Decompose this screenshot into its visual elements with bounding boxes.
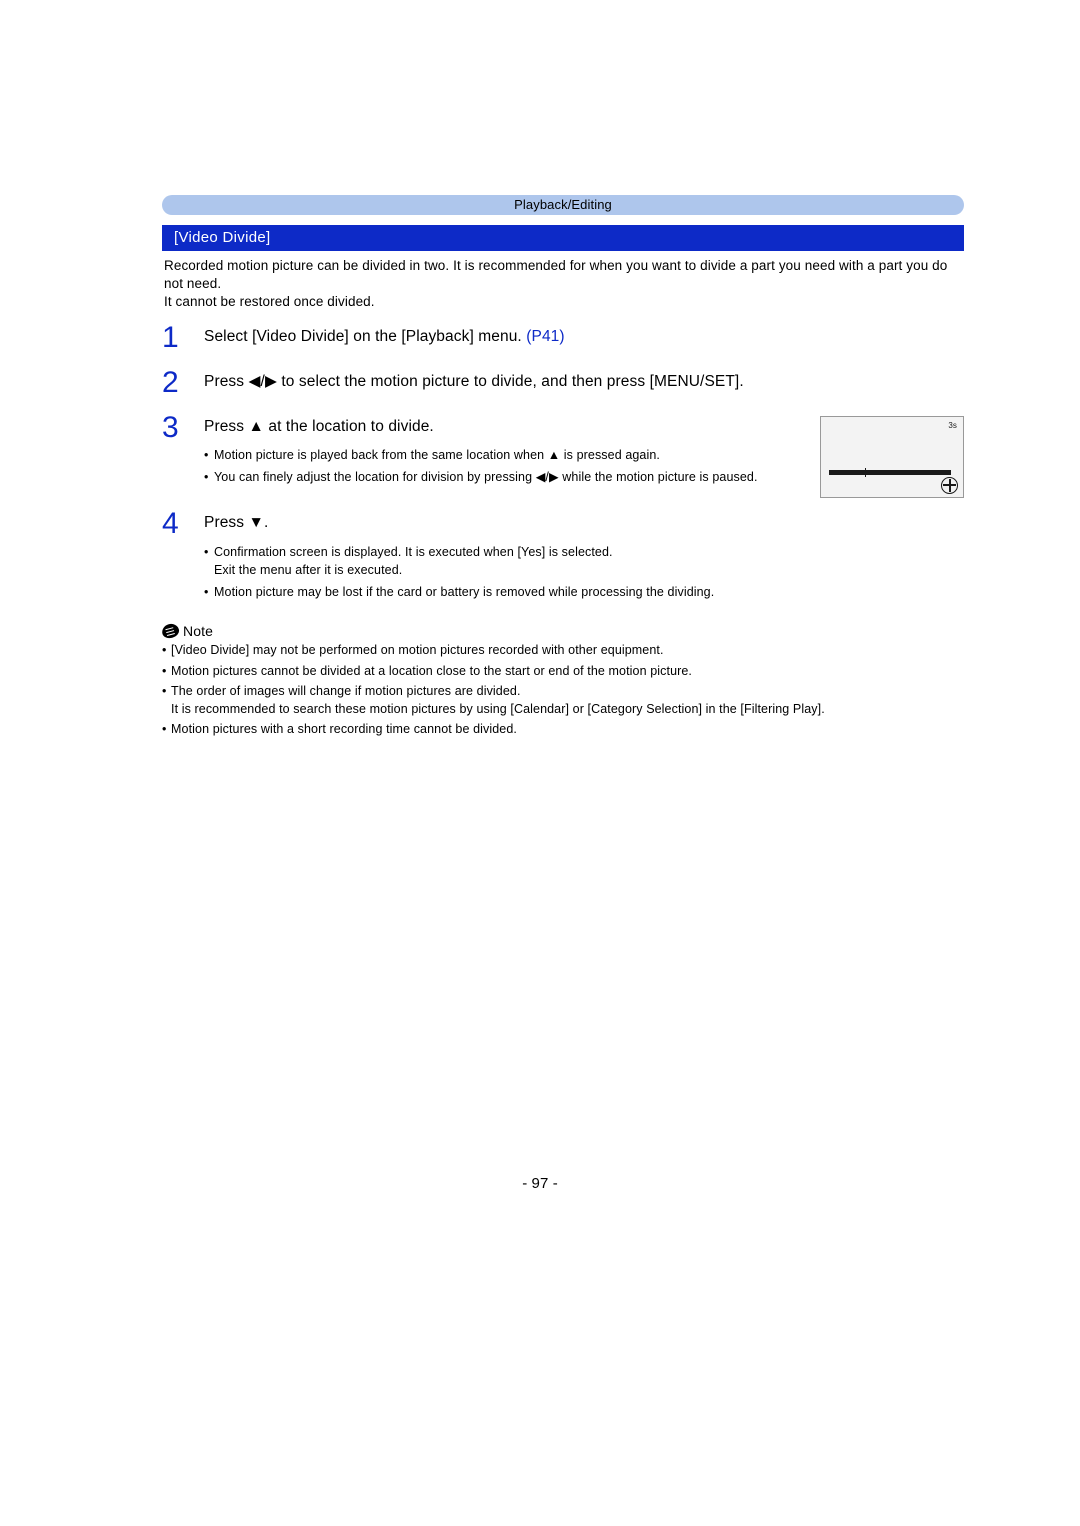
- bullet-item: Motion picture may be lost if the card o…: [204, 583, 964, 601]
- bullet-item: Motion picture is played back from the s…: [204, 446, 804, 464]
- preview-time-label: 3s: [948, 421, 957, 430]
- intro-line-1: Recorded motion picture can be divided i…: [164, 258, 947, 291]
- step-text: Select [Video Divide] on the [Playback] …: [204, 328, 526, 345]
- step-1: 1 Select [Video Divide] on the [Playback…: [162, 326, 964, 353]
- step-body: Press ▼. Confirmation screen is displaye…: [204, 512, 964, 605]
- note-item: Motion pictures with a short recording t…: [162, 721, 964, 739]
- step-number: 1: [162, 323, 204, 353]
- note-item: The order of images will change if motio…: [162, 683, 964, 718]
- page-number: - 97 -: [0, 1175, 1080, 1192]
- intro-text: Recorded motion picture can be divided i…: [164, 257, 962, 312]
- note-item: Motion pictures cannot be divided at a l…: [162, 663, 964, 681]
- note-label: Note: [183, 623, 213, 639]
- step-body: Select [Video Divide] on the [Playback] …: [204, 326, 964, 348]
- steps-list: 1 Select [Video Divide] on the [Playback…: [162, 326, 964, 606]
- preview-progress-bar: [829, 470, 951, 475]
- section-title-bar: [Video Divide]: [162, 225, 964, 251]
- note-header: Note: [162, 623, 964, 639]
- note-item: [Video Divide] may not be performed on m…: [162, 642, 964, 660]
- step-2: 2 Press ◀/▶ to select the motion picture…: [162, 371, 964, 398]
- note-icon: [160, 622, 180, 640]
- note-bullets: [Video Divide] may not be performed on m…: [162, 642, 964, 739]
- step-sub-bullets: Motion picture is played back from the s…: [204, 446, 804, 486]
- page-content: Playback/Editing [Video Divide] Recorded…: [162, 195, 964, 742]
- page-reference-link[interactable]: (P41): [526, 328, 564, 345]
- step-body: Press ◀/▶ to select the motion picture t…: [204, 371, 964, 393]
- dpad-icon: [941, 477, 958, 494]
- step-number: 2: [162, 368, 204, 398]
- breadcrumb-text: Playback/Editing: [162, 197, 964, 212]
- breadcrumb-bar: Playback/Editing: [162, 195, 964, 215]
- step-number: 4: [162, 509, 204, 539]
- step-4: 4 Press ▼. Confirmation screen is displa…: [162, 512, 964, 605]
- intro-line-2: It cannot be restored once divided.: [164, 294, 375, 309]
- video-preview-diagram: 3s: [820, 416, 964, 498]
- bullet-item: Confirmation screen is displayed. It is …: [204, 543, 964, 579]
- step-text: Press ▼.: [204, 514, 268, 531]
- step-number: 3: [162, 413, 204, 443]
- step-sub-bullets: Confirmation screen is displayed. It is …: [204, 543, 964, 601]
- step-text: Press ▲ at the location to divide.: [204, 418, 434, 435]
- step-3: 3 Press ▲ at the location to divide. Mot…: [162, 416, 964, 491]
- section-title: [Video Divide]: [174, 229, 270, 246]
- step-text: Press ◀/▶ to select the motion picture t…: [204, 373, 744, 390]
- bullet-item: You can finely adjust the location for d…: [204, 468, 804, 486]
